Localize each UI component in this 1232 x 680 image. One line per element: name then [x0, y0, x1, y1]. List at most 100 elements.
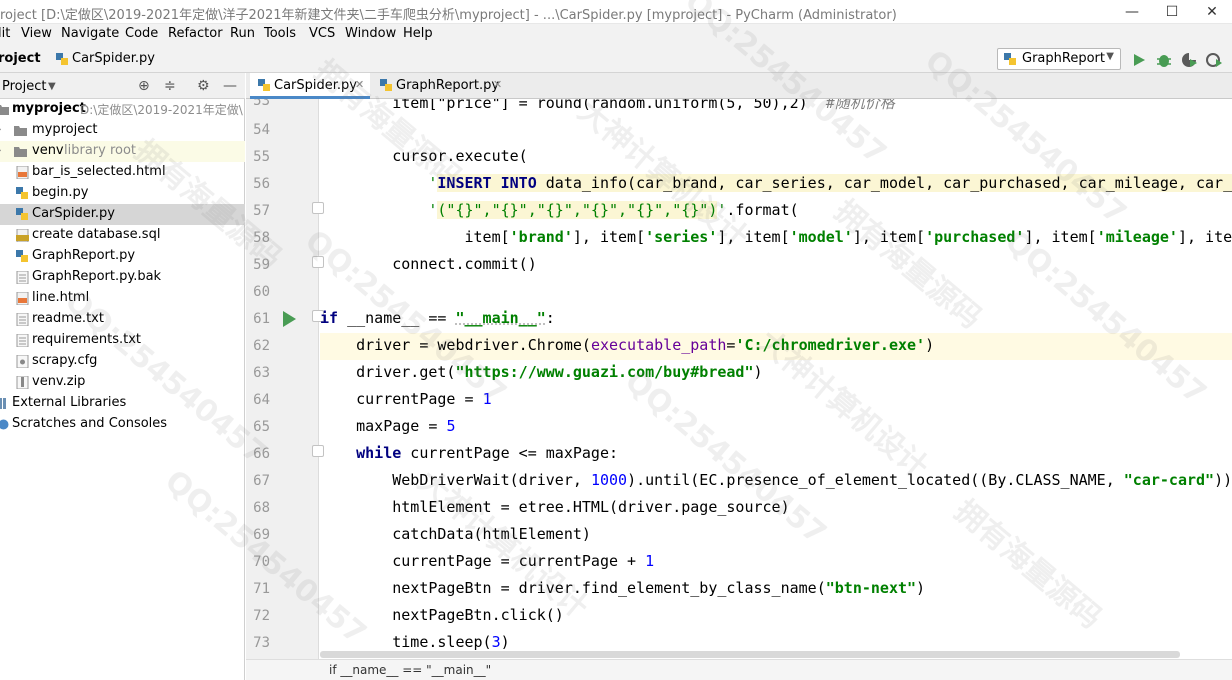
tree-item-file[interactable]: GraphReport.py.bak: [0, 267, 245, 288]
line-number: 64: [253, 392, 270, 408]
project-panel-header: Project ▼ ⊕ ≑ ⚙ —: [0, 73, 245, 99]
code-line: driver.get("https://www.guazi.com/buy#br…: [320, 360, 1232, 387]
profile-icon[interactable]: [1205, 51, 1223, 69]
chevron-down-icon: ▼: [1106, 51, 1114, 62]
menu-vcs[interactable]: VCS: [309, 26, 335, 41]
code-comment: #随机价格: [825, 99, 895, 112]
tree-item-scratches[interactable]: Scratches and Consoles: [0, 414, 245, 435]
code-line: connect.commit(): [320, 252, 1232, 279]
chevron-right-icon[interactable]: ›: [0, 125, 2, 135]
tree-item-myproject[interactable]: › myproject: [0, 120, 245, 141]
code-token: ], ite: [1177, 228, 1232, 246]
chevron-right-icon[interactable]: ›: [0, 146, 2, 156]
editor-breadcrumb[interactable]: if __name__ == "__main__": [329, 663, 491, 677]
line-number: 59: [253, 257, 270, 273]
code-token: maxPage =: [320, 417, 447, 435]
tree-item-file[interactable]: GraphReport.py: [0, 246, 245, 267]
horizontal-scrollbar[interactable]: [320, 651, 1180, 658]
code-token: ): [916, 579, 926, 597]
nav-file[interactable]: CarSpider.py: [72, 51, 155, 66]
tree-item-file[interactable]: bar_is_selected.html: [0, 162, 245, 183]
coverage-icon[interactable]: [1180, 51, 1198, 69]
menu-code[interactable]: Code: [125, 26, 158, 41]
code-number: 1: [645, 552, 655, 570]
tree-item-label: readme.txt: [32, 311, 104, 326]
tree-item-external-libraries[interactable]: External Libraries: [0, 393, 245, 414]
tree-item-venv[interactable]: › venv library root: [0, 141, 245, 162]
debug-icon[interactable]: [1155, 51, 1173, 69]
code-token: catchData(htmlElement): [320, 525, 591, 543]
close-button[interactable]: ✕: [1192, 0, 1232, 24]
line-number: 60: [253, 284, 270, 300]
nav-project[interactable]: roject: [0, 51, 41, 66]
run-gutter-icon[interactable]: [283, 311, 296, 327]
tree-item-file[interactable]: create database.sql: [0, 225, 245, 246]
close-icon[interactable]: ✕: [355, 78, 364, 91]
menu-navigate[interactable]: Navigate: [61, 26, 119, 41]
code-token: htmlElement = etree.HTML(driver.page_sou…: [320, 498, 790, 516]
line-number: 66: [253, 446, 270, 462]
tree-item-file[interactable]: scrapy.cfg: [0, 351, 245, 372]
line-number: 58: [253, 230, 270, 246]
code-token: currentPage = currentPage +: [320, 552, 646, 570]
sql-file-icon: [16, 229, 29, 242]
menu-help[interactable]: Help: [403, 26, 433, 41]
menu-tools[interactable]: Tools: [264, 26, 296, 41]
code-line-current: driver = webdriver.Chrome(executable_pat…: [320, 333, 1232, 360]
tree-item-file-selected[interactable]: CarSpider.py: [0, 204, 245, 225]
collapse-all-icon[interactable]: ≑: [164, 78, 176, 94]
tree-item-file[interactable]: requirements.txt: [0, 330, 245, 351]
tree-item-label: myproject: [32, 122, 98, 137]
tree-item-label: venv: [32, 143, 64, 158]
code-token: WebDriverWait(driver,: [320, 471, 591, 489]
tab-carspider[interactable]: CarSpider.py ✕: [250, 73, 370, 99]
folder-icon: [0, 105, 9, 115]
tree-item-label: venv.zip: [32, 374, 86, 389]
tab-graphreport[interactable]: GraphReport.py ✕: [372, 73, 508, 99]
menu-view[interactable]: View: [21, 26, 52, 41]
tree-item-label: bar_is_selected.html: [32, 164, 166, 179]
code-string: "https://www.guazi.com/buy#bread": [455, 363, 754, 381]
project-tool-window: Project ▼ ⊕ ≑ ⚙ — myproject D:\定做区\2019-…: [0, 73, 245, 680]
editor-breadcrumb-bar: if __name__ == "__main__": [246, 659, 1232, 680]
folder-icon: [14, 126, 27, 136]
project-panel-title[interactable]: Project: [2, 79, 46, 94]
config-file-icon: [16, 355, 29, 368]
menu-run[interactable]: Run: [230, 26, 255, 41]
tree-item-label: GraphReport.py.bak: [32, 269, 162, 284]
code-number: 1000: [590, 471, 628, 489]
close-icon[interactable]: ✕: [493, 78, 502, 91]
more-icon[interactable]: [1226, 51, 1232, 69]
tree-root-myproject[interactable]: myproject D:\定做区\2019-2021年定做\: [0, 99, 245, 120]
gear-icon[interactable]: ⚙: [197, 78, 210, 94]
menu-refactor[interactable]: Refactor: [168, 26, 223, 41]
code-string: ': [320, 201, 438, 219]
code-token: __name__ ==: [338, 309, 456, 327]
tree-item-file[interactable]: begin.py: [0, 183, 245, 204]
tree-item-file[interactable]: line.html: [0, 288, 245, 309]
minimize-button[interactable]: —: [1112, 0, 1152, 24]
code-string: 'purchased': [925, 228, 1025, 246]
code-string: 'C:/chromedriver.exe': [735, 336, 926, 354]
line-number: 57: [253, 203, 270, 219]
html-file-icon: [16, 292, 29, 305]
tree-item-label: create database.sql: [32, 227, 161, 242]
chevron-down-icon[interactable]: ▼: [48, 81, 56, 92]
menu-edit[interactable]: lit: [0, 26, 10, 41]
tree-item-file[interactable]: readme.txt: [0, 309, 245, 330]
code-token: nextPageBtn = driver.find_element_by_cla…: [320, 579, 826, 597]
line-number: 70: [253, 554, 270, 570]
text-file-icon: [16, 313, 29, 326]
hide-icon[interactable]: —: [223, 78, 237, 94]
menu-window[interactable]: Window: [345, 26, 396, 41]
run-icon[interactable]: [1130, 51, 1148, 69]
locate-icon[interactable]: ⊕: [138, 78, 150, 94]
tree-item-label: myproject: [12, 101, 86, 116]
code-token: ], item[: [717, 228, 790, 246]
tree-item-file[interactable]: venv.zip: [0, 372, 245, 393]
code-token: driver.get(: [320, 363, 456, 381]
code-editor[interactable]: 53 54 55 56 57 58 59 60 61 62 63 64 65 6…: [246, 99, 1232, 659]
maximize-button[interactable]: ☐: [1152, 0, 1192, 24]
run-config-select[interactable]: GraphReport ▼: [997, 48, 1121, 70]
code-number: 1: [482, 390, 492, 408]
